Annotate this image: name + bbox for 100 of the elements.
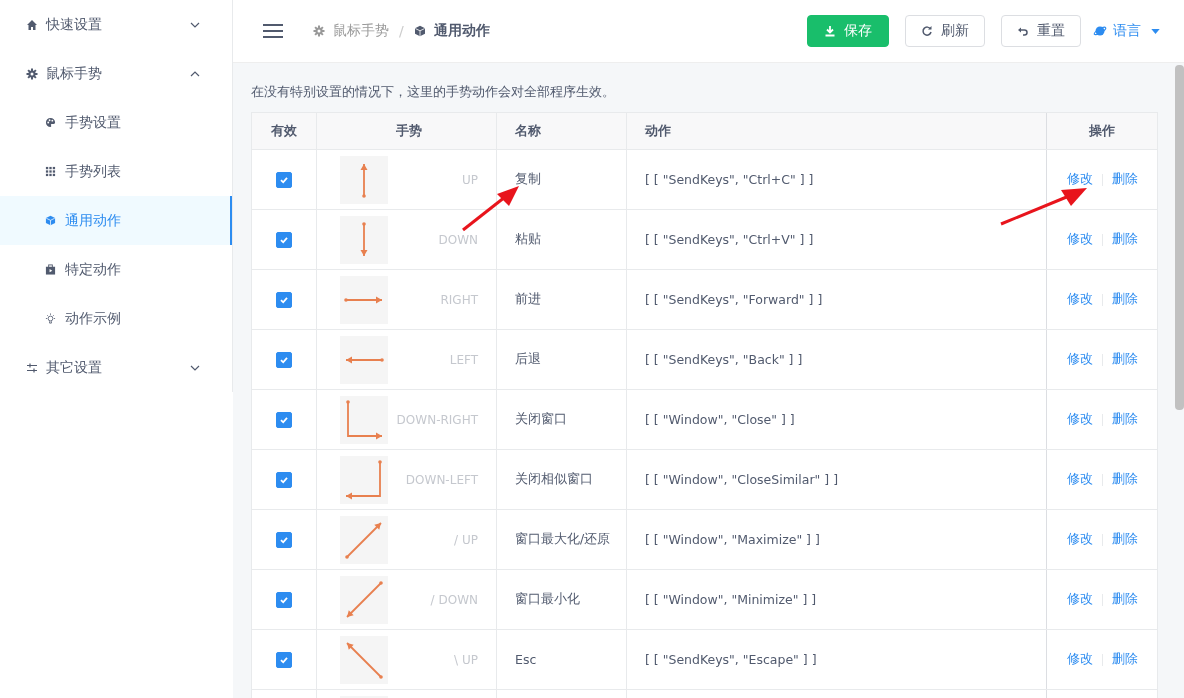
download-icon (824, 25, 836, 37)
check-icon (279, 354, 289, 365)
delete-link[interactable]: 删除 (1111, 351, 1138, 368)
sidebar-group-item[interactable]: 其它设置 (0, 343, 232, 392)
cube-icon (45, 215, 56, 226)
sidebar-item[interactable]: 通用动作 (0, 196, 232, 245)
checkbox[interactable] (276, 591, 292, 608)
gear-icon (26, 67, 38, 80)
check-icon (279, 174, 289, 185)
language-dropdown[interactable]: 语言 (1093, 22, 1160, 40)
planet-icon (1093, 24, 1107, 38)
edit-link[interactable]: 修改 (1066, 531, 1093, 548)
check-icon (279, 594, 289, 605)
sidebar-group-item[interactable]: 快速设置 (0, 0, 232, 49)
action-name: 复制 (515, 171, 541, 188)
action-value: [ [ "SendKeys", "Forward" ] ] (645, 292, 823, 307)
checkbox[interactable] (276, 351, 292, 368)
action-name: 窗口最小化 (515, 591, 580, 608)
save-button[interactable]: 保存 (807, 15, 889, 47)
edit-link[interactable]: 修改 (1066, 471, 1093, 488)
menu-icon[interactable] (263, 24, 283, 38)
edit-link[interactable]: 修改 (1066, 351, 1093, 368)
checkbox[interactable] (276, 531, 292, 548)
action-name: 关闭窗口 (515, 411, 567, 428)
check-icon (279, 414, 289, 425)
grid-icon (45, 166, 56, 177)
refresh-icon (921, 25, 933, 37)
gesture-label: DOWN-LEFT (405, 472, 478, 487)
delete-link[interactable]: 删除 (1111, 171, 1138, 188)
column-header: 有效 (252, 113, 317, 149)
check-icon (279, 474, 289, 485)
chevron-icon (190, 21, 200, 28)
check-icon (279, 654, 289, 665)
scrollbar-thumb[interactable] (1175, 65, 1184, 410)
edit-link[interactable]: 修改 (1066, 591, 1093, 608)
delete-link[interactable]: 删除 (1111, 651, 1138, 668)
action-name: 后退 (515, 351, 541, 368)
chevron-icon (190, 364, 200, 371)
gesture-label: DOWN-RIGHT (396, 412, 478, 427)
checkbox[interactable] (276, 411, 292, 428)
action-name: 粘贴 (515, 231, 541, 248)
edit-link[interactable]: 修改 (1066, 411, 1093, 428)
delete-link[interactable]: 删除 (1111, 231, 1138, 248)
action-name: Esc (515, 652, 537, 667)
sidebar-item[interactable]: 动作示例 (0, 294, 232, 343)
action-name: 关闭相似窗口 (515, 471, 593, 488)
sidebar-group-item[interactable]: 鼠标手势 (0, 49, 232, 98)
checkbox[interactable] (276, 651, 292, 668)
action-value: [ [ "Window", "Close" ] ] (645, 412, 795, 427)
delete-link[interactable]: 删除 (1111, 291, 1138, 308)
gesture-label: RIGHT (440, 292, 478, 307)
sidebar-item[interactable]: 手势设置 (0, 98, 232, 147)
cube-icon (413, 25, 426, 37)
check-icon (279, 234, 289, 245)
action-value: [ [ "Window", "Maximize" ] ] (645, 532, 820, 547)
checkbox[interactable] (276, 171, 292, 188)
column-header: 操作 (1088, 121, 1116, 140)
action-name: 前进 (515, 291, 541, 308)
caret-icon (1151, 28, 1160, 34)
sidebar-item[interactable]: 特定动作 (0, 245, 232, 294)
reset-button[interactable]: 重置 (1001, 15, 1081, 47)
breadcrumb-current: 通用动作 (433, 22, 490, 40)
action-value: [ [ "Window", "Minimize" ] ] (645, 592, 817, 607)
action-value: [ [ "SendKeys", "Ctrl+C" ] ] (645, 172, 814, 187)
edit-link[interactable]: 修改 (1066, 171, 1093, 188)
home-icon (26, 18, 38, 31)
sliders-icon (26, 361, 38, 374)
breadcrumb-separator: / (399, 23, 404, 39)
gesture-label: DOWN (438, 232, 478, 247)
check-icon (279, 294, 289, 305)
checkbox[interactable] (276, 291, 292, 308)
sidebar-item[interactable]: 手势列表 (0, 147, 232, 196)
gear-icon (313, 25, 325, 37)
action-value: [ [ "SendKeys", "Escape" ] ] (645, 652, 817, 667)
chevron-icon (190, 70, 200, 77)
play-case-icon (45, 264, 56, 275)
gesture-label: / DOWN (430, 592, 478, 607)
checkbox[interactable] (276, 471, 292, 488)
bulb-icon (45, 313, 56, 324)
delete-link[interactable]: 删除 (1111, 411, 1138, 428)
breadcrumb-link[interactable]: 鼠标手势 (333, 22, 389, 40)
checkbox[interactable] (276, 231, 292, 248)
action-value: [ [ "SendKeys", "Ctrl+V" ] ] (645, 232, 814, 247)
undo-icon (1017, 25, 1029, 37)
delete-link[interactable]: 删除 (1111, 591, 1138, 608)
gesture-label: / UP (454, 532, 478, 547)
action-value: [ [ "Window", "CloseSimilar" ] ] (645, 472, 838, 487)
palette-icon (45, 117, 56, 128)
edit-link[interactable]: 修改 (1066, 651, 1093, 668)
description-text: 在没有特别设置的情况下，这里的手势动作会对全部程序生效。 (251, 83, 616, 101)
edit-link[interactable]: 修改 (1066, 231, 1093, 248)
refresh-button[interactable]: 刷新 (905, 15, 985, 47)
column-header: 动作 (627, 113, 1047, 149)
gesture-label: UP (461, 172, 478, 187)
delete-link[interactable]: 删除 (1111, 471, 1138, 488)
edit-link[interactable]: 修改 (1066, 291, 1093, 308)
gesture-label: \ UP (454, 652, 478, 667)
column-header: 手势 (317, 113, 497, 149)
action-name: 窗口最大化/还原 (515, 531, 611, 548)
delete-link[interactable]: 删除 (1111, 531, 1138, 548)
